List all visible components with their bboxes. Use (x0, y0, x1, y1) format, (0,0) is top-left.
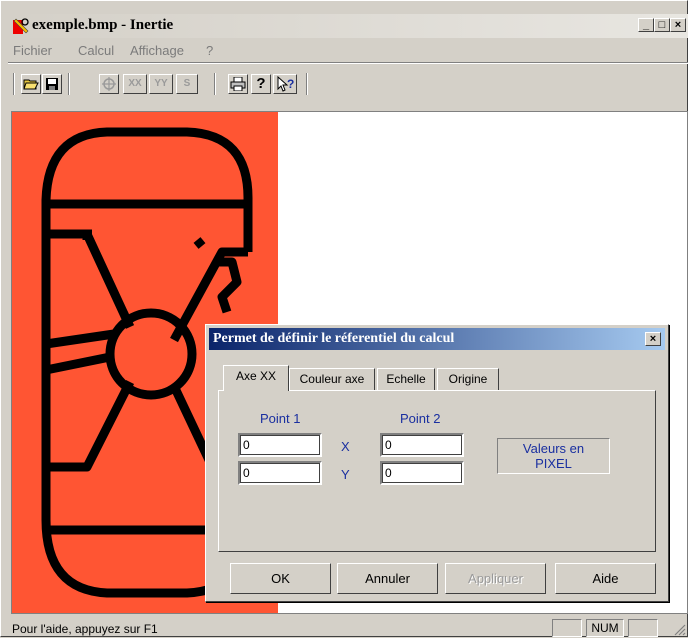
point2-y-field[interactable]: 0 (380, 461, 464, 485)
window-title: exemple.bmp - Inertie (32, 17, 174, 33)
status-text: Pour l'aide, appuyez sur F1 (12, 622, 158, 636)
tab-couleur-axe[interactable]: Couleur axe (289, 368, 375, 390)
close-button[interactable]: × (670, 18, 686, 32)
toolbar: XX YY S ? ? (8, 65, 688, 103)
units-indicator: Valeurs en PIXEL (497, 438, 610, 474)
app-icon (13, 18, 29, 34)
point1-label: Point 1 (260, 411, 301, 426)
dialog-close-button[interactable]: × (645, 332, 661, 346)
status-pane-blank (552, 619, 582, 637)
ok-button[interactable]: OK (230, 563, 331, 594)
yy-axis-icon[interactable]: YY (149, 74, 173, 94)
cancel-button[interactable]: Annuler (337, 563, 438, 594)
x-label: X (341, 439, 350, 454)
point1-x-field[interactable]: 0 (238, 433, 322, 457)
y-label: Y (341, 467, 350, 482)
xx-axis-icon[interactable]: XX (123, 74, 147, 94)
help-button[interactable]: Aide (555, 563, 656, 594)
menu-help[interactable]: ? (206, 43, 213, 58)
menu-fichier[interactable]: Fichier (13, 43, 52, 58)
point1-y-field[interactable]: 0 (238, 461, 322, 485)
apply-button[interactable]: Appliquer (445, 563, 546, 594)
context-help-icon[interactable]: ? (273, 74, 297, 94)
maximize-button[interactable]: □ (654, 18, 670, 32)
toolbar-separator-2 (214, 73, 216, 95)
save-disk-icon[interactable] (42, 74, 62, 94)
referential-dialog: Permet de définir le réferentiel du calc… (205, 324, 669, 602)
toolbar-separator (68, 73, 70, 95)
resize-grip-icon[interactable] (672, 622, 686, 636)
title-bar[interactable]: exemple.bmp - Inertie _ □ × (8, 14, 688, 38)
units-line-1: Valeurs en (522, 441, 585, 456)
dialog-title: Permet de définir le réferentiel du calc… (213, 331, 455, 346)
menu-separator (8, 62, 688, 64)
toolbar-separator-3 (306, 73, 308, 95)
status-num: NUM (586, 619, 624, 637)
s-icon[interactable]: S (176, 74, 198, 94)
units-line-2: PIXEL (535, 456, 572, 471)
open-folder-icon[interactable] (21, 74, 41, 94)
point2-label: Point 2 (400, 411, 441, 426)
menu-affichage[interactable]: Affichage (130, 43, 184, 58)
help-icon[interactable]: ? (251, 74, 271, 94)
menu-bar: Fichier Calcul Affichage ? (8, 39, 688, 61)
target-icon[interactable] (99, 74, 119, 94)
minimize-button[interactable]: _ (638, 18, 654, 32)
point2-x-field[interactable]: 0 (380, 433, 464, 457)
printer-icon[interactable] (228, 74, 248, 94)
tab-origine[interactable]: Origine (437, 368, 499, 390)
svg-text:?: ? (287, 77, 294, 91)
status-bar: Pour l'aide, appuyez sur F1 NUM (8, 618, 688, 638)
toolbar-grip (13, 73, 15, 95)
menu-calcul[interactable]: Calcul (78, 43, 114, 58)
status-pane-blank-2 (628, 619, 658, 637)
tab-echelle[interactable]: Echelle (377, 368, 435, 390)
tab-axe-xx[interactable]: Axe XX (223, 365, 289, 391)
dialog-title-bar[interactable]: Permet de définir le réferentiel du calc… (209, 328, 665, 350)
